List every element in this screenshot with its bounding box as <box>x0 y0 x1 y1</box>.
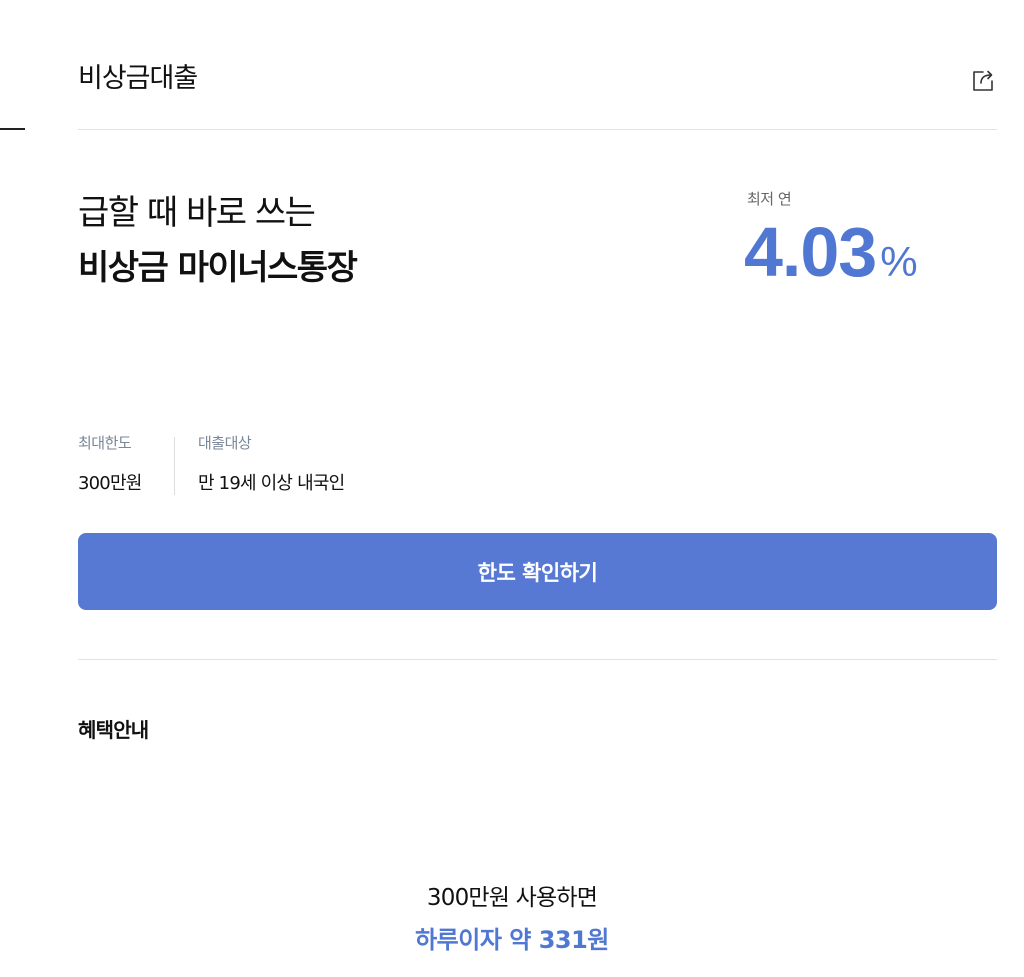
page-title: 비상금대출 <box>78 63 198 94</box>
check-limit-button[interactable]: 한도 확인하기 <box>78 533 997 610</box>
info-separator <box>174 437 175 495</box>
rate-unit: % <box>880 238 918 285</box>
max-limit-info: 최대한도 300만원 <box>78 432 174 495</box>
eligibility-value: 만 19세 이상 내국인 <box>198 473 345 494</box>
rate-label: 최저 연 <box>747 190 792 208</box>
usage-summary: 300만원 사용하면 <box>426 885 598 911</box>
hero-subtitle: 급할 때 바로 쓰는 <box>78 193 316 233</box>
rate-value: 4.03% <box>744 212 918 292</box>
daily-interest: 하루이자 약 331원 <box>415 926 609 954</box>
header: 비상금대출 <box>78 56 997 106</box>
side-divider <box>0 128 25 130</box>
max-limit-label: 최대한도 <box>78 434 132 452</box>
section-divider <box>78 659 997 660</box>
max-limit-value: 300만원 <box>78 473 142 494</box>
hero-title: 비상금 마이너스통장 <box>78 248 358 288</box>
eligibility-label: 대출대상 <box>198 434 252 452</box>
eligibility-info: 대출대상 만 19세 이상 내국인 <box>198 432 345 495</box>
header-divider <box>78 129 997 130</box>
benefits-title: 혜택안내 <box>78 718 149 742</box>
rate-number: 4.03 <box>744 213 877 291</box>
share-icon[interactable] <box>969 66 997 94</box>
